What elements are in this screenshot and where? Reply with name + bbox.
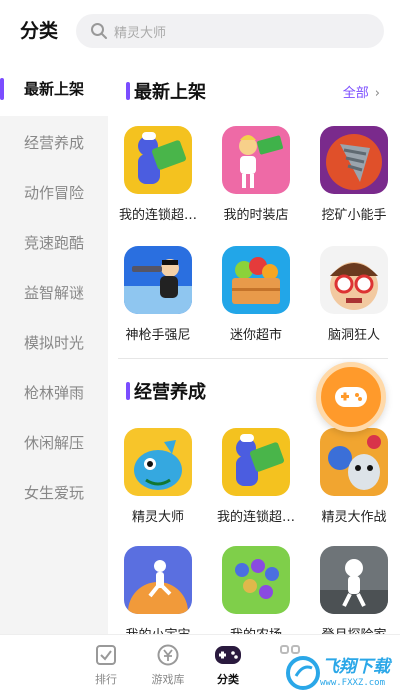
- sidebar-item-simulation[interactable]: 模拟时光: [0, 316, 108, 370]
- app-name: 神枪手强尼: [125, 328, 191, 343]
- app-tile[interactable]: 登月探险家: [306, 546, 400, 634]
- watermark-text: 飞翔下载: [322, 657, 390, 677]
- app-name: 我的小宇宙: [110, 624, 206, 634]
- app-tile[interactable]: 神枪手强尼: [110, 246, 206, 366]
- search-placeholder: 精灵大师: [114, 26, 167, 41]
- tab-label: 分类: [217, 673, 239, 686]
- app-name: 迷你超市: [229, 328, 282, 343]
- search-input[interactable]: 精灵大师: [76, 14, 384, 48]
- app-name: 精灵大师: [131, 510, 184, 525]
- sidebar-item-label: 最新上架: [23, 80, 84, 98]
- sidebar-item-casual[interactable]: 休闲解压: [0, 416, 108, 470]
- sidebar-item-racing[interactable]: 竞速跑酷: [0, 216, 108, 270]
- sidebar-item-label: 竞速跑酷: [23, 234, 84, 252]
- app-tile[interactable]: 精灵大作战: [306, 428, 400, 548]
- gunner-game-icon: [124, 246, 192, 314]
- sidebar-item-label: 经营养成: [23, 134, 84, 152]
- chain-store-game-icon: [222, 428, 290, 496]
- tab-label: 游戏库: [151, 673, 185, 686]
- chain-store-game-icon: [124, 126, 192, 194]
- sidebar-item-label: 益智解谜: [23, 284, 84, 302]
- site-watermark: 飞翔下载 www.FXXZ.com: [284, 650, 400, 699]
- category-sidebar: 最新上架 经营养成 动作冒险 竞速跑酷 益智解谜 模拟时光 枪林弹雨 休闲解压 …: [0, 62, 108, 634]
- section-title: 最新上架: [134, 82, 206, 103]
- tab-label: 排行: [95, 673, 117, 686]
- brain-puzzle-game-icon: [320, 246, 388, 314]
- app-name: 我的连锁超…: [216, 510, 295, 525]
- app-tile[interactable]: 迷你超市: [208, 246, 304, 366]
- sidebar-item-label: 女生爱玩: [23, 484, 84, 502]
- app-tile[interactable]: 挖矿小能手: [306, 126, 400, 246]
- sidebar-item-label: 枪林弹雨: [23, 384, 84, 402]
- watermark-url: www.FXXZ.com: [320, 678, 386, 688]
- mini-market-game-icon: [222, 246, 290, 314]
- app-tile[interactable]: 精灵大师: [110, 428, 206, 548]
- category-content: 最新上架 全部› 我的连锁超… 我的时装店 挖矿小能手 神枪手强尼 迷你超市: [108, 62, 400, 634]
- section-title: 经营养成: [134, 382, 206, 403]
- game-library-icon: [157, 644, 179, 666]
- app-name: 我的农场: [208, 624, 304, 634]
- tab-category[interactable]: 分类: [198, 643, 258, 687]
- app-name: 挖矿小能手: [321, 208, 387, 223]
- farm-crowd-game-icon: [222, 546, 290, 614]
- chevron-right-icon: ›: [374, 86, 380, 101]
- sidebar-item-latest[interactable]: 最新上架: [0, 62, 108, 116]
- moon-explorer-game-icon: [320, 546, 388, 614]
- section-divider: [118, 358, 388, 359]
- app-tile[interactable]: 我的小宇宙: [110, 546, 206, 634]
- search-icon: [91, 23, 107, 39]
- app-name: 我的时装店: [223, 208, 289, 223]
- view-all-link[interactable]: 全部 ›: [343, 82, 380, 101]
- fashion-store-game-icon: [222, 126, 290, 194]
- sidebar-item-girls[interactable]: 女生爱玩: [0, 466, 108, 520]
- header-bar: 分类 精灵大师: [0, 0, 400, 62]
- tab-game-library[interactable]: 游戏库: [138, 643, 198, 687]
- category-gamepad-icon: [215, 646, 241, 664]
- app-name: 我的连锁超…: [118, 208, 197, 223]
- sidebar-item-label: 休闲解压: [23, 434, 84, 452]
- blue-dragon-game-icon: [124, 428, 192, 496]
- tab-ranking[interactable]: 排行: [76, 643, 136, 687]
- planet-runner-game-icon: [124, 546, 192, 614]
- page-title: 分类: [20, 20, 59, 42]
- sidebar-item-label: 模拟时光: [23, 334, 84, 352]
- ranking-icon: [96, 645, 116, 665]
- app-name: 登月探险家: [306, 624, 400, 634]
- app-tile[interactable]: 我的连锁超…: [110, 126, 206, 246]
- floating-game-button[interactable]: [316, 362, 386, 432]
- app-tile[interactable]: 我的连锁超…: [208, 428, 304, 548]
- sidebar-item-shooting[interactable]: 枪林弹雨: [0, 366, 108, 420]
- sidebar-item-management[interactable]: 经营养成: [0, 116, 108, 170]
- app-tile[interactable]: 我的时装店: [208, 126, 304, 246]
- app-name: 精灵大作战: [321, 510, 387, 525]
- app-name: 脑洞狂人: [327, 328, 380, 343]
- active-indicator: [0, 78, 4, 100]
- sidebar-item-action[interactable]: 动作冒险: [0, 166, 108, 220]
- app-tile[interactable]: 我的农场: [208, 546, 304, 634]
- app-tile[interactable]: 脑洞狂人: [306, 246, 400, 366]
- watermark-logo-icon: [286, 656, 320, 690]
- gamepad-icon: [335, 387, 367, 407]
- sidebar-item-label: 动作冒险: [23, 184, 84, 202]
- monster-battle-game-icon: [320, 428, 388, 496]
- mining-drill-game-icon: [320, 126, 388, 194]
- sidebar-item-puzzle[interactable]: 益智解谜: [0, 266, 108, 320]
